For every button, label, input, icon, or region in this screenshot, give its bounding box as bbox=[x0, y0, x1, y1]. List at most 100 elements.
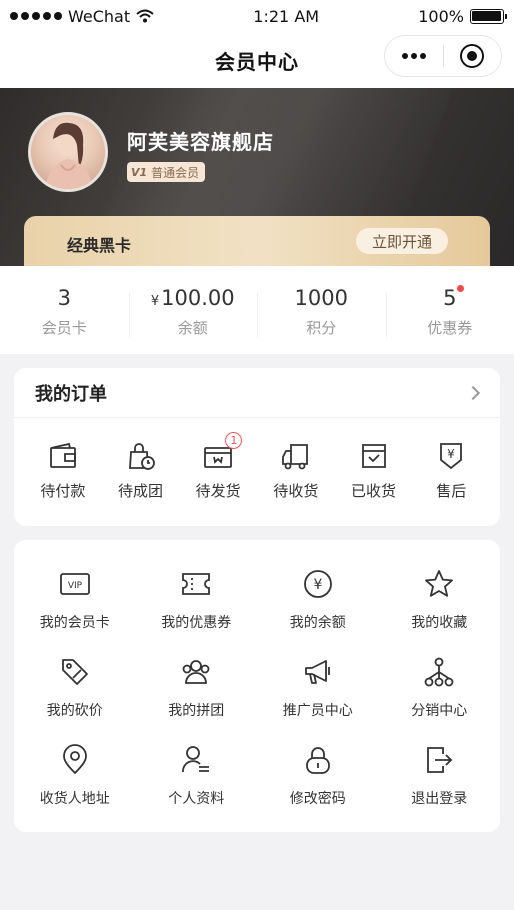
order-label: 待收货 bbox=[273, 482, 319, 500]
stat-balance[interactable]: ¥100.00 余额 bbox=[128, 283, 258, 338]
service-profile[interactable]: 个人资料 bbox=[136, 744, 258, 808]
service-change-password[interactable]: 修改密码 bbox=[257, 744, 379, 808]
order-pending-payment[interactable]: 待付款 bbox=[24, 440, 102, 501]
orders-header[interactable]: 我的订单 bbox=[14, 368, 500, 418]
service-label: 我的砍价 bbox=[46, 703, 103, 719]
service-distribution-center[interactable]: 分销中心 bbox=[379, 656, 501, 720]
service-member-card[interactable]: VIP 我的会员卡 bbox=[14, 568, 136, 632]
service-label: 分销中心 bbox=[411, 703, 468, 719]
order-label: 待发货 bbox=[195, 482, 241, 500]
services-grid: VIP 我的会员卡 我的优惠券 ¥ 我的余额 我的收藏 我的砍价 我的拼团 推广… bbox=[14, 568, 500, 808]
member-level-badge: V1 普通会员 bbox=[127, 162, 206, 182]
notification-dot bbox=[457, 284, 465, 292]
member-header: 阿芙美容旗舰店 V1 普通会员 经典黑卡 立即开通 bbox=[0, 88, 514, 266]
page-title: 会员中心 bbox=[215, 49, 299, 74]
order-label: 已收货 bbox=[351, 482, 397, 500]
location-icon bbox=[62, 744, 87, 775]
service-label: 退出登录 bbox=[411, 791, 468, 807]
member-level-label: 普通会员 bbox=[151, 165, 200, 180]
currency-symbol: ¥ bbox=[150, 293, 160, 309]
stat-value: 5 bbox=[443, 283, 465, 313]
orders-title: 我的订单 bbox=[35, 383, 107, 405]
target-icon bbox=[460, 44, 485, 68]
signal-icon bbox=[10, 12, 62, 20]
order-pending-receipt[interactable]: 待收货 bbox=[257, 440, 335, 501]
logout-icon bbox=[427, 747, 453, 773]
service-label: 推广员中心 bbox=[282, 703, 353, 719]
stat-value: ¥100.00 bbox=[151, 283, 235, 313]
status-left: WeChat bbox=[10, 7, 154, 26]
service-shipping-address[interactable]: 收货人地址 bbox=[14, 744, 136, 808]
balance-amount: 100.00 bbox=[161, 285, 235, 310]
stat-coupons[interactable]: 5 优惠券 bbox=[385, 283, 514, 338]
close-mini-program-button[interactable] bbox=[444, 36, 502, 76]
star-icon bbox=[425, 570, 454, 597]
vip-glyph: VIP bbox=[68, 581, 83, 591]
status-right: 100% bbox=[418, 6, 507, 26]
battery-percent: 100% bbox=[418, 6, 464, 26]
wifi-icon bbox=[136, 9, 154, 23]
open-card-button[interactable]: 立即开通 bbox=[355, 228, 448, 254]
service-promoter-center[interactable]: 推广员中心 bbox=[257, 656, 379, 720]
megaphone-icon bbox=[304, 660, 330, 684]
more-button[interactable] bbox=[385, 36, 443, 76]
battery-icon bbox=[469, 8, 507, 24]
order-count-badge: 1 bbox=[225, 432, 243, 449]
service-balance[interactable]: ¥ 我的余额 bbox=[257, 568, 379, 632]
stat-label: 会员卡 bbox=[41, 318, 87, 337]
balance-icon: ¥ bbox=[303, 570, 332, 598]
black-card-banner[interactable]: 经典黑卡 立即开通 bbox=[24, 216, 490, 266]
network-icon bbox=[424, 657, 454, 687]
service-label: 我的收藏 bbox=[411, 615, 468, 631]
service-logout[interactable]: 退出登录 bbox=[379, 744, 501, 808]
nav-bar: 会员中心 bbox=[0, 32, 514, 88]
service-label: 我的拼团 bbox=[168, 703, 225, 719]
order-pending-shipment[interactable]: 1 待发货 bbox=[179, 432, 257, 501]
truck-icon bbox=[281, 444, 308, 470]
carrier-name: WeChat bbox=[68, 6, 131, 26]
coupon-count: 5 bbox=[443, 285, 457, 310]
balance-glyph: ¥ bbox=[313, 577, 322, 593]
service-bargain[interactable]: 我的砍价 bbox=[14, 656, 136, 720]
service-label: 我的优惠券 bbox=[161, 615, 232, 631]
member-stats: 3 会员卡 ¥100.00 余额 1000 积分 5 优惠券 bbox=[0, 266, 514, 354]
store-name: 阿芙美容旗舰店 bbox=[127, 130, 274, 154]
shopping-bag-clock-icon bbox=[128, 443, 155, 470]
chevron-right-icon bbox=[465, 385, 481, 400]
ticket-icon bbox=[182, 573, 211, 595]
stat-value: 3 bbox=[57, 285, 71, 310]
black-card-title: 经典黑卡 bbox=[67, 236, 132, 255]
refund-glyph: ¥ bbox=[447, 447, 455, 461]
mini-program-capsule bbox=[384, 35, 502, 77]
services-card: VIP 我的会员卡 我的优惠券 ¥ 我的余额 我的收藏 我的砍价 我的拼团 推广… bbox=[14, 540, 500, 832]
stat-label: 积分 bbox=[306, 318, 337, 337]
service-favorites[interactable]: 我的收藏 bbox=[379, 568, 501, 632]
wallet-icon bbox=[49, 442, 76, 468]
service-coupons[interactable]: 我的优惠券 bbox=[136, 568, 258, 632]
stat-value: 1000 bbox=[294, 285, 348, 310]
stat-member-cards[interactable]: 3 会员卡 bbox=[0, 283, 129, 338]
refund-icon: ¥ bbox=[440, 443, 463, 470]
status-bar: WeChat 1:21 AM 100% bbox=[0, 0, 514, 32]
lock-icon bbox=[305, 747, 330, 774]
box-check-icon bbox=[361, 444, 386, 468]
profile-icon bbox=[182, 746, 210, 773]
group-icon bbox=[182, 660, 210, 684]
orders-card: 我的订单 待付款 待成团 1 待发货 待收货 已收货 ¥ 售后 bbox=[14, 368, 500, 526]
order-status-row: 待付款 待成团 1 待发货 待收货 已收货 ¥ 售后 bbox=[14, 418, 500, 501]
more-dots-icon bbox=[401, 53, 426, 59]
avatar-image bbox=[45, 122, 93, 189]
order-received[interactable]: 已收货 bbox=[335, 440, 413, 501]
service-label: 个人资料 bbox=[168, 791, 225, 807]
order-label: 待付款 bbox=[40, 482, 86, 500]
avatar[interactable] bbox=[28, 112, 108, 192]
service-group-buy[interactable]: 我的拼团 bbox=[136, 656, 258, 720]
service-label: 我的余额 bbox=[289, 615, 346, 631]
discount-tag-icon bbox=[61, 659, 88, 685]
order-pending-group[interactable]: 待成团 bbox=[102, 440, 180, 501]
stat-points[interactable]: 1000 积分 bbox=[257, 283, 386, 338]
service-label: 修改密码 bbox=[289, 791, 346, 807]
order-after-sales[interactable]: ¥ 售后 bbox=[412, 440, 490, 501]
stat-label: 优惠券 bbox=[427, 318, 473, 337]
member-level-icon: V1 bbox=[131, 165, 148, 179]
